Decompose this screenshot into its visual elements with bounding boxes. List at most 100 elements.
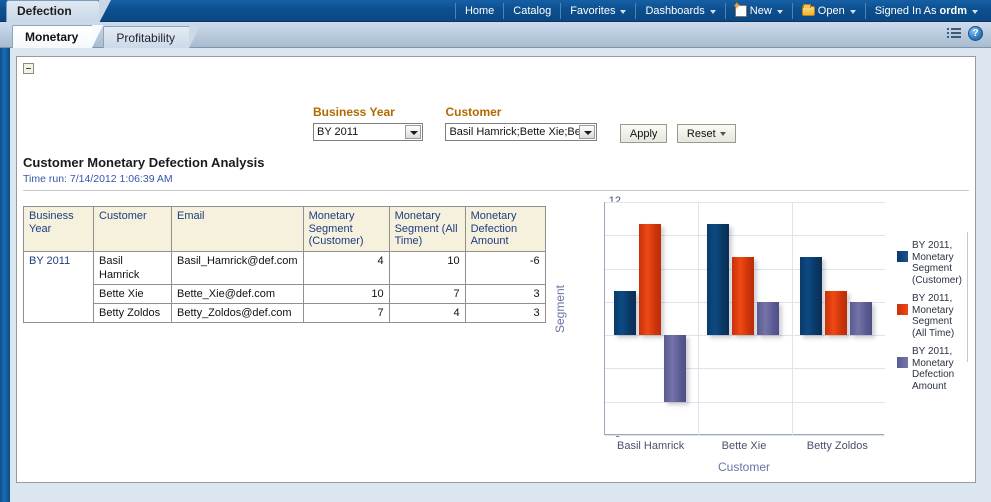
global-navigation: Home Catalog Favorites Dashboards New Op… [454,0,987,22]
chart-bar[interactable] [613,290,636,336]
collapse-section-toggle[interactable] [23,63,34,74]
page-tabs: Monetary Profitability [12,22,200,48]
chart-gridline [605,435,885,436]
nav-catalog-label: Catalog [513,5,552,17]
col-monetary-defection-amount[interactable]: Monetary Defection Amount [464,206,546,252]
tab-profitability[interactable]: Profitability [103,26,200,48]
page-options-icon[interactable] [947,27,962,41]
chart-bar[interactable] [663,335,686,402]
chart-legend: BY 2011, Monetary Segment (Customer) BY … [897,240,965,399]
dashboard-name-tab[interactable]: Defection [6,0,111,23]
chevron-down-icon [719,132,726,136]
cell-customer: Bette Xie [93,283,172,304]
col-customer[interactable]: Customer [93,206,172,252]
cell-seg-customer: 4 [302,250,390,285]
cell-defection: 3 [464,283,546,304]
cell-business-year: BY 2011 [23,250,94,323]
nav-favorites-label: Favorites [570,5,616,17]
chart-x-tick-label: Betty Zoldos [806,440,868,452]
page-tab-bar: Monetary Profitability ? [0,22,991,48]
col-business-year[interactable]: Business Year [23,206,94,252]
chart-bar[interactable] [825,290,848,336]
chart-bar[interactable] [732,257,754,336]
cell-seg-customer: 7 [302,302,390,323]
nav-favorites[interactable]: Favorites [561,3,637,19]
tab-monetary-label: Monetary [25,30,79,44]
chart-bar[interactable] [707,224,729,336]
left-rail [0,48,10,502]
nav-home[interactable]: Home [454,3,505,19]
signed-in-as-label: Signed In As [874,5,937,17]
folder-icon [801,4,815,16]
nav-home-label: Home [464,5,495,17]
user-name: ordm [939,5,968,17]
chevron-down-icon [620,10,627,14]
report-time-run: Time run: 7/14/2012 1:06:39 AM [23,173,173,185]
legend-swatch-icon [897,304,908,315]
chart-gridline [605,368,885,370]
chevron-down-icon[interactable] [579,125,596,139]
chart-category-separator [791,202,793,435]
chart-y-axis-title: Segment [553,284,567,334]
divider [23,190,969,191]
global-header-bar: Home Catalog Favorites Dashboards New Op… [0,0,991,22]
cell-seg-customer: 10 [302,283,390,304]
tab-profitability-label: Profitability [116,31,176,45]
report-content-panel: Business Year BY 2011 Customer Basil Ham… [16,56,976,483]
table-row: Bette Xie Bette_Xie@def.com 10 7 3 [24,283,546,304]
prompt-customer: Customer Basil Hamrick;Bette Xie;Bett [445,105,598,141]
apply-button[interactable]: Apply [619,124,668,143]
nav-dashboards[interactable]: Dashboards [636,3,726,19]
col-monetary-segment-customer[interactable]: Monetary Segment (Customer) [302,206,390,252]
customer-select[interactable]: Basil Hamrick;Bette Xie;Bett [445,123,598,141]
customer-value: Basil Hamrick;Bette Xie;Bett [449,126,588,138]
business-year-select[interactable]: BY 2011 [313,123,423,141]
chart-gridline [605,202,885,203]
chevron-down-icon [972,10,978,14]
col-monetary-segment-all-time[interactable]: Monetary Segment (All Time) [388,206,466,252]
new-page-icon [733,1,747,17]
nav-open[interactable]: Open [793,3,866,19]
legend-item[interactable]: BY 2011, Monetary Segment (All Time) [897,293,965,339]
cell-defection: 3 [464,302,546,323]
chart-plot-area [604,202,885,436]
prompt-customer-label: Customer [445,105,502,119]
chart-bar[interactable] [638,224,661,336]
help-icon[interactable]: ? [968,26,983,41]
chart-bar[interactable] [850,301,873,336]
signed-in-as[interactable]: Signed In As ordm [866,3,987,19]
page-toolbar: ? [947,26,983,41]
table-row: Betty Zoldos Betty_Zoldos@def.com 7 4 3 [24,302,546,323]
cell-seg-alltime: 4 [388,302,466,323]
chart-bar[interactable] [800,257,823,336]
bar-chart: Segment 129630-3-6-9 Basil HamrickBette … [542,192,968,474]
cell-email: Bette_Xie@def.com [171,283,304,304]
prompt-business-year: Business Year BY 2011 [313,105,423,141]
cell-customer: Betty Zoldos [93,302,172,323]
dashboard-page: Home Catalog Favorites Dashboards New Op… [0,0,991,502]
table-row: BY 2011 Basil Hamrick Basil_Hamrick@def.… [23,250,546,323]
legend-item[interactable]: BY 2011, Monetary Defection Amount [897,346,965,392]
legend-label: BY 2011, Monetary Defection Amount [912,346,955,392]
nav-new[interactable]: New [726,1,793,19]
chevron-down-icon[interactable] [405,125,421,139]
tab-monetary[interactable]: Monetary [12,25,104,48]
chart-bar[interactable] [757,301,779,336]
nav-dashboards-label: Dashboards [645,5,705,17]
prompt-bar: Business Year BY 2011 Customer Basil Ham… [313,105,741,143]
chevron-down-icon [776,10,783,14]
nav-catalog[interactable]: Catalog [504,3,562,19]
legend-divider [967,232,968,362]
legend-label: BY 2011, Monetary Segment (Customer) [912,240,963,286]
prompt-buttons: Apply Reset [619,124,741,143]
col-email[interactable]: Email [171,206,304,252]
chevron-down-icon [849,10,856,14]
cell-seg-alltime: 7 [388,283,466,304]
legend-item[interactable]: BY 2011, Monetary Segment (Customer) [897,240,965,286]
reset-button[interactable]: Reset [676,124,736,143]
chart-x-axis-title: Customer [717,460,770,474]
table-header-row: Business Year Customer Email Monetary Se… [23,206,546,252]
dashboard-name-label: Defection [17,4,72,18]
legend-swatch-icon [897,251,908,262]
cell-email: Betty_Zoldos@def.com [171,302,304,323]
